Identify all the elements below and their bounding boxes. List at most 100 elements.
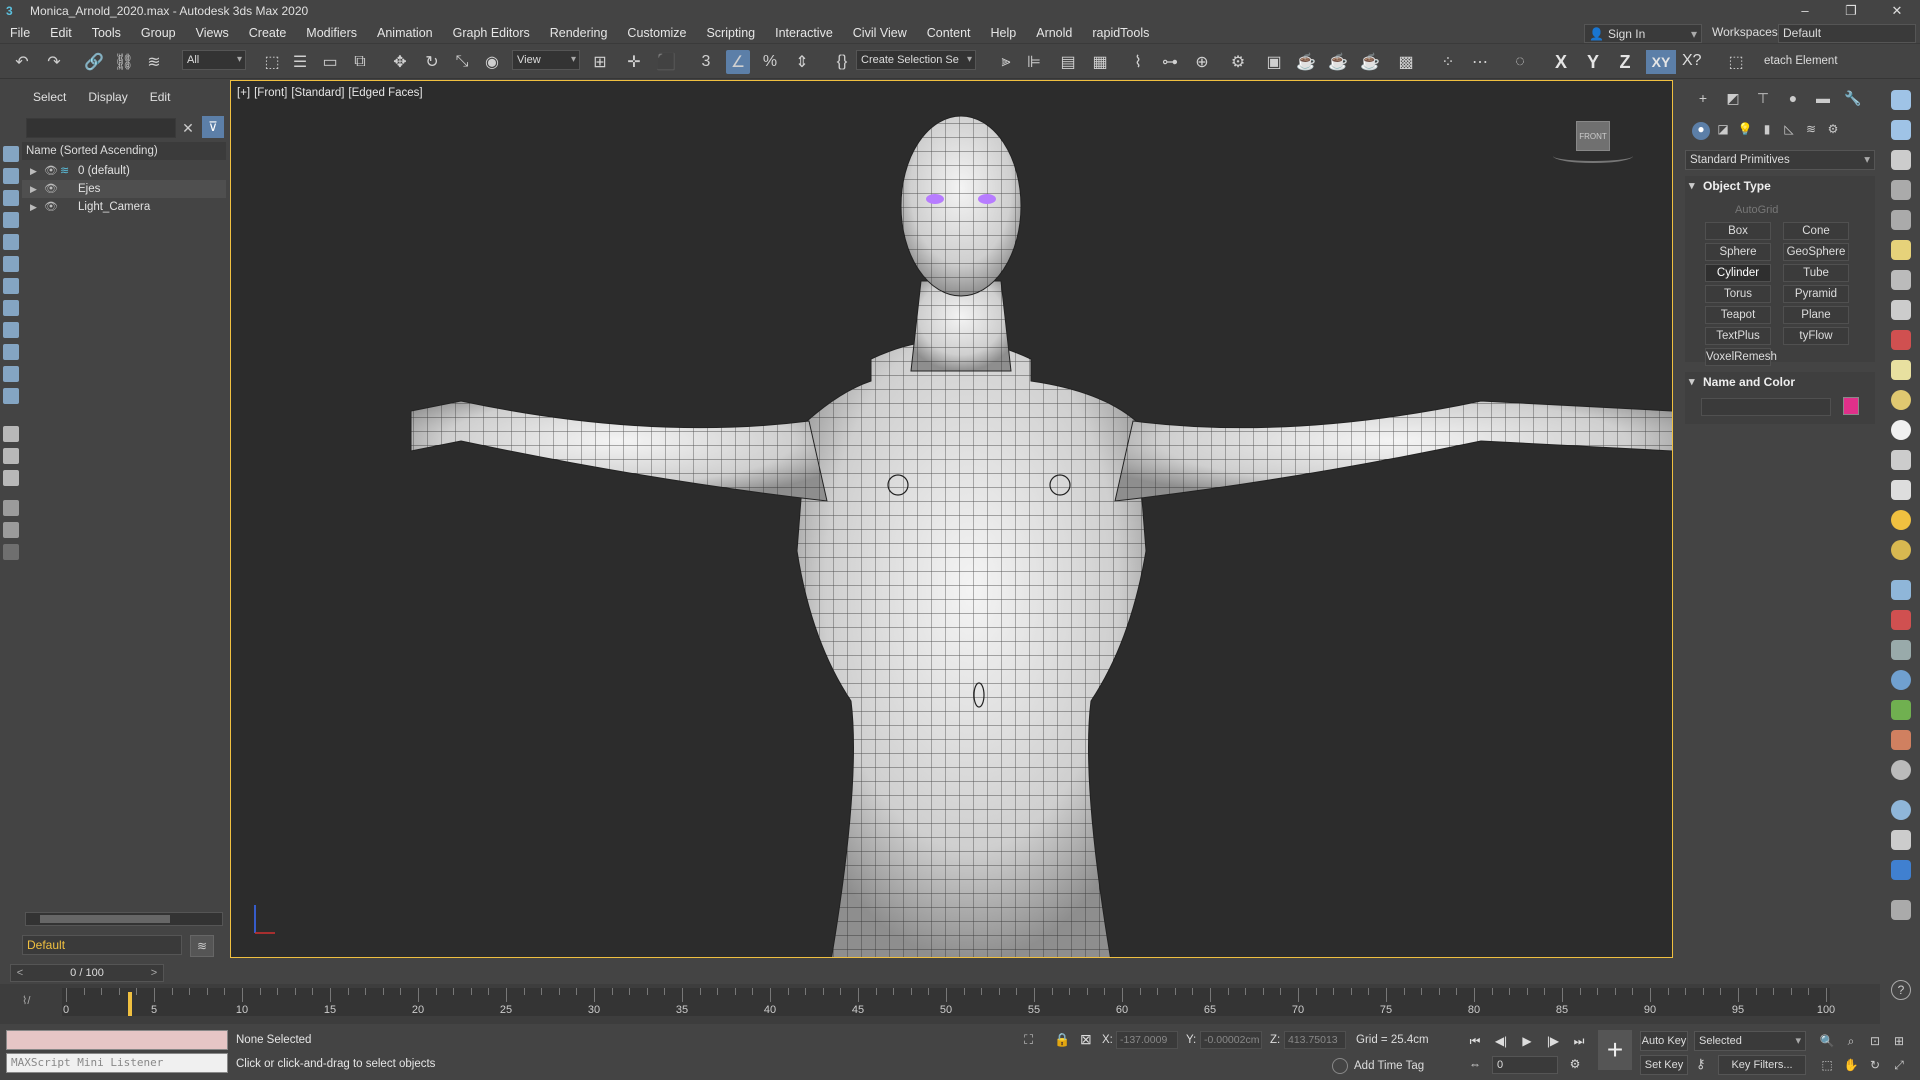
maxscript-listener[interactable]: MAXScript Mini Listener bbox=[6, 1053, 228, 1073]
clear-search-icon[interactable]: ✕ bbox=[180, 118, 196, 138]
snaps-toggle-icon[interactable]: ⋯ bbox=[1468, 50, 1492, 74]
tyflow-button[interactable]: tyFlow bbox=[1783, 327, 1849, 345]
rotate-icon[interactable]: ↻ bbox=[420, 50, 444, 74]
menu-civil-view[interactable]: Civil View bbox=[843, 22, 917, 44]
expand-arrow-icon[interactable]: ▶ bbox=[30, 198, 37, 216]
playhead[interactable] bbox=[128, 992, 132, 1016]
add-time-tag-button[interactable]: Add Time Tag bbox=[1332, 1056, 1424, 1076]
workspace-dropdown[interactable]: Default bbox=[1778, 24, 1916, 43]
spot-light-icon[interactable] bbox=[1891, 480, 1911, 500]
schematic-view-icon[interactable]: ⊶ bbox=[1158, 50, 1182, 74]
box-button[interactable]: Box bbox=[1705, 222, 1771, 240]
shapes-subtab-icon[interactable]: ◪ bbox=[1714, 122, 1732, 140]
lock-icon[interactable]: 🔒 bbox=[1054, 1032, 1070, 1048]
material-icon[interactable] bbox=[1891, 800, 1911, 820]
place-icon[interactable]: ◉ bbox=[480, 50, 504, 74]
menu-group[interactable]: Group bbox=[131, 22, 186, 44]
hierarchy-tab-icon[interactable]: ⊤ bbox=[1752, 90, 1774, 110]
go-to-start-icon[interactable]: ⏮ bbox=[1464, 1031, 1486, 1051]
selection-set-dropdown[interactable]: Create Selection Se bbox=[856, 50, 976, 70]
axis-y-button[interactable]: Y bbox=[1580, 50, 1606, 74]
teapot-button[interactable]: Teapot bbox=[1705, 306, 1771, 324]
previous-frame-icon[interactable]: ◀| bbox=[1490, 1031, 1512, 1051]
y-coordinate-field[interactable]: -0.00002cm bbox=[1200, 1031, 1262, 1049]
plane-button[interactable]: Plane bbox=[1783, 306, 1849, 324]
ribbon-icon[interactable]: ▦ bbox=[1088, 50, 1112, 74]
explorer-row[interactable]: ▶ 👁 Ejes bbox=[22, 180, 226, 198]
axis-z-button[interactable]: Z bbox=[1612, 50, 1638, 74]
set-key-button[interactable]: Set Key bbox=[1640, 1055, 1688, 1075]
explorer-column-header[interactable]: Name (Sorted Ascending) bbox=[22, 142, 226, 160]
primitive-type-dropdown[interactable]: Standard Primitives bbox=[1685, 150, 1875, 170]
pivot-center-icon[interactable]: ⊞ bbox=[588, 50, 612, 74]
display-all-icon[interactable] bbox=[3, 426, 19, 442]
current-frame-field[interactable]: 0 bbox=[1492, 1056, 1558, 1074]
sphere-button[interactable]: Sphere bbox=[1705, 243, 1771, 261]
key-selection-dropdown[interactable]: Selected bbox=[1694, 1031, 1806, 1051]
layer-manager-icon[interactable]: ≋ bbox=[190, 935, 214, 957]
isolate-icon[interactable]: ⛶ bbox=[1024, 1032, 1033, 1048]
select-by-name-icon[interactable]: ☰ bbox=[288, 50, 312, 74]
explorer-search-input[interactable] bbox=[26, 118, 176, 138]
render-iterative-icon[interactable]: ☕ bbox=[1326, 50, 1350, 74]
cylinder-button[interactable]: Cylinder bbox=[1705, 264, 1771, 282]
name-color-rollout-header[interactable]: Name and Color bbox=[1685, 372, 1875, 392]
display-spacewarps-icon[interactable] bbox=[3, 256, 19, 272]
angle-snap-icon[interactable]: ∠ bbox=[726, 50, 750, 74]
display-none-icon[interactable] bbox=[3, 448, 19, 464]
shape-icon[interactable] bbox=[1891, 120, 1911, 140]
teapot-icon[interactable] bbox=[1891, 90, 1911, 110]
visibility-eye-icon[interactable]: 👁 bbox=[44, 180, 58, 198]
menu-views[interactable]: Views bbox=[186, 22, 239, 44]
helpers-subtab-icon[interactable]: ◺ bbox=[1780, 122, 1798, 140]
menu-create[interactable]: Create bbox=[239, 22, 297, 44]
skydome-icon[interactable] bbox=[1891, 390, 1911, 410]
menu-interactive[interactable]: Interactive bbox=[765, 22, 843, 44]
reference-coord-dropdown[interactable]: View bbox=[512, 50, 580, 70]
filter-toggle-icon[interactable]: ⊽ bbox=[202, 116, 224, 138]
autogrid-checkbox[interactable]: AutoGrid bbox=[1735, 204, 1778, 216]
display-frozen-icon[interactable] bbox=[3, 366, 19, 382]
texture-icon[interactable] bbox=[1891, 830, 1911, 850]
tab-display[interactable]: Display bbox=[77, 90, 138, 104]
keyboard-shortcut-icon[interactable]: ⬛ bbox=[654, 50, 678, 74]
percent-snap-icon[interactable]: % bbox=[758, 50, 782, 74]
fov-icon[interactable]: ⬚ bbox=[1818, 1056, 1836, 1074]
point-light-icon[interactable] bbox=[1891, 540, 1911, 560]
explorer-horizontal-scrollbar[interactable] bbox=[25, 912, 223, 926]
menu-modifiers[interactable]: Modifiers bbox=[296, 22, 367, 44]
menu-tools[interactable]: Tools bbox=[82, 22, 131, 44]
axis-x-button[interactable]: X bbox=[1548, 50, 1574, 74]
display-xrefs-icon[interactable] bbox=[3, 300, 19, 316]
display-hidden-icon[interactable] bbox=[3, 388, 19, 404]
clock-icon[interactable] bbox=[1891, 300, 1911, 320]
bind-spacewarp-icon[interactable]: ≋ bbox=[142, 50, 166, 74]
display-cameras-icon[interactable] bbox=[3, 212, 19, 228]
render-icon[interactable] bbox=[1891, 150, 1911, 170]
material-editor-icon[interactable]: ⊕ bbox=[1190, 50, 1214, 74]
object-name-field[interactable] bbox=[1701, 398, 1831, 416]
key-filter-icon[interactable]: ⚷ bbox=[1696, 1056, 1706, 1072]
curve-editor-mini-icon[interactable]: ⌇/ bbox=[22, 994, 30, 1007]
visibility-eye-icon[interactable]: 👁 bbox=[44, 162, 58, 180]
scrollbar-thumb[interactable] bbox=[40, 915, 170, 923]
menu-customize[interactable]: Customize bbox=[617, 22, 696, 44]
filter-icon[interactable] bbox=[3, 500, 19, 516]
object-icon[interactable] bbox=[1891, 610, 1911, 630]
display-containers-icon[interactable] bbox=[3, 344, 19, 360]
table-icon[interactable] bbox=[1891, 210, 1911, 230]
globe-icon[interactable] bbox=[1891, 670, 1911, 690]
display-geometry-icon[interactable] bbox=[3, 146, 19, 162]
settings-icon[interactable] bbox=[1891, 900, 1911, 920]
menu-rendering[interactable]: Rendering bbox=[540, 22, 618, 44]
display-bones-icon[interactable] bbox=[3, 322, 19, 338]
object-type-rollout-header[interactable]: Object Type bbox=[1685, 176, 1875, 196]
maxscript-input[interactable] bbox=[6, 1030, 228, 1050]
spacewarps-subtab-icon[interactable]: ≋ bbox=[1802, 122, 1820, 140]
layer-explorer-icon[interactable]: ▤ bbox=[1056, 50, 1080, 74]
lights-subtab-icon[interactable]: 💡 bbox=[1736, 122, 1754, 140]
set-key-big-button[interactable]: + bbox=[1598, 1030, 1632, 1070]
tube-button[interactable]: Tube bbox=[1783, 264, 1849, 282]
snap-3d-icon[interactable]: 3 bbox=[694, 50, 718, 74]
display-shapes-icon[interactable] bbox=[3, 168, 19, 184]
